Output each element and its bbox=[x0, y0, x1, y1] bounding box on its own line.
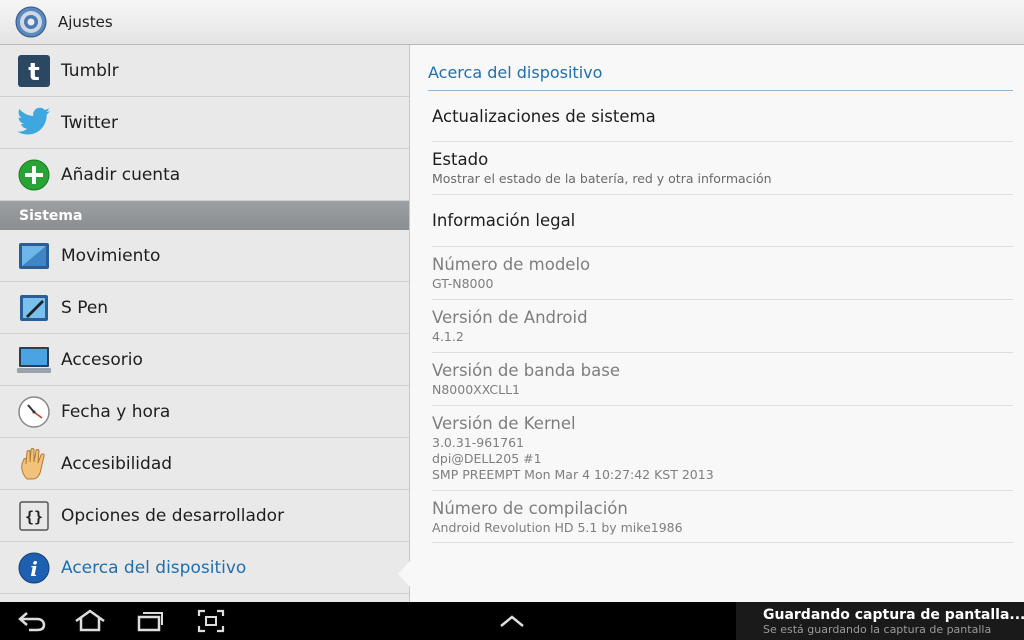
detail-item-value: N8000XXCLL1 bbox=[432, 382, 520, 397]
detail-item-value: SMP PREEMPT Mon Mar 4 10:27:42 KST 2013 bbox=[432, 467, 714, 482]
hand-icon bbox=[16, 446, 52, 482]
chevron-up-icon[interactable] bbox=[492, 608, 532, 634]
recent-apps-icon[interactable] bbox=[130, 608, 170, 634]
motion-icon bbox=[16, 238, 52, 274]
tumblr-icon: t bbox=[16, 53, 52, 89]
screenshot-icon[interactable] bbox=[191, 608, 231, 634]
detail-item-title: Versión de Kernel bbox=[432, 414, 576, 433]
detail-item-version-kernel: Versión de Kernel 3.0.31-961761 dpi@DELL… bbox=[432, 406, 1013, 491]
detail-item-subtitle: Mostrar el estado de la batería, red y o… bbox=[432, 171, 772, 186]
twitter-icon bbox=[16, 105, 52, 141]
settings-item-acerca-dispositivo[interactable]: i Acerca del dispositivo bbox=[0, 542, 409, 594]
detail-item-title: Número de modelo bbox=[432, 255, 591, 274]
svg-text:t: t bbox=[28, 58, 39, 86]
detail-item-version-android[interactable]: Versión de Android 4.1.2 bbox=[432, 300, 1013, 353]
selection-pointer bbox=[398, 561, 410, 587]
notification-title: Guardando captura de pantalla... bbox=[763, 606, 1024, 623]
detail-pane: Acerca del dispositivo Actualizaciones d… bbox=[410, 45, 1024, 602]
settings-list: t Tumblr Twitter Añadir cuenta Sistema M… bbox=[0, 45, 410, 602]
settings-item-movimiento[interactable]: Movimiento bbox=[0, 230, 409, 282]
settings-item-twitter[interactable]: Twitter bbox=[0, 97, 409, 149]
detail-item-value: GT-N8000 bbox=[432, 276, 494, 291]
svg-text:i: i bbox=[30, 557, 38, 581]
settings-gear-icon[interactable] bbox=[15, 6, 47, 38]
settings-item-label: S Pen bbox=[61, 297, 109, 318]
clock-icon bbox=[16, 394, 52, 430]
settings-item-opciones-desarrollador[interactable]: {} Opciones de desarrollador bbox=[0, 490, 409, 542]
page-title: Ajustes bbox=[58, 13, 113, 31]
section-header-sistema: Sistema bbox=[0, 201, 409, 230]
braces-icon: {} bbox=[16, 498, 52, 534]
settings-item-label: Opciones de desarrollador bbox=[61, 505, 285, 526]
settings-item-label: Accesorio bbox=[61, 349, 143, 370]
screenshot-notification[interactable]: Guardando captura de pantalla... Se está… bbox=[736, 602, 1024, 640]
detail-item-value: dpi@DELL205 #1 bbox=[432, 451, 542, 466]
settings-item-tumblr[interactable]: t Tumblr bbox=[0, 45, 409, 97]
settings-item-accesorio[interactable]: Accesorio bbox=[0, 334, 409, 386]
detail-item-title: Estado bbox=[432, 150, 489, 169]
detail-item-numero-modelo: Número de modelo GT-N8000 bbox=[432, 247, 1013, 300]
svg-text:{}: {} bbox=[25, 508, 43, 526]
detail-item-informacion-legal[interactable]: Información legal bbox=[432, 195, 1013, 247]
detail-item-value: Android Revolution HD 5.1 by mike1986 bbox=[432, 520, 683, 535]
home-icon[interactable] bbox=[70, 608, 110, 634]
settings-item-accesibilidad[interactable]: Accesibilidad bbox=[0, 438, 409, 490]
detail-item-title: Actualizaciones de sistema bbox=[432, 107, 656, 126]
settings-item-add-account[interactable]: Añadir cuenta bbox=[0, 149, 409, 201]
accessory-icon bbox=[16, 342, 52, 378]
detail-item-value: 3.0.31-961761 bbox=[432, 435, 524, 450]
detail-item-title: Versión de banda base bbox=[432, 361, 620, 380]
notification-subtitle: Se está guardando la captura de pantalla bbox=[763, 622, 992, 636]
settings-item-label: Acerca del dispositivo bbox=[61, 557, 247, 578]
detail-item-title: Número de compilación bbox=[432, 499, 628, 518]
add-account-icon bbox=[16, 157, 52, 193]
settings-item-label: Twitter bbox=[61, 112, 118, 133]
detail-item-version-banda-base: Versión de banda base N8000XXCLL1 bbox=[432, 353, 1013, 406]
settings-item-label: Movimiento bbox=[61, 245, 161, 266]
settings-item-label: Fecha y hora bbox=[61, 401, 171, 422]
info-icon: i bbox=[16, 550, 52, 586]
settings-item-s-pen[interactable]: S Pen bbox=[0, 282, 409, 334]
detail-item-numero-compilacion[interactable]: Número de compilación Android Revolution… bbox=[432, 491, 1013, 543]
detail-item-actualizaciones[interactable]: Actualizaciones de sistema bbox=[432, 97, 1013, 142]
settings-item-fecha-hora[interactable]: Fecha y hora bbox=[0, 386, 409, 438]
detail-item-title: Información legal bbox=[432, 211, 576, 230]
settings-item-label: Añadir cuenta bbox=[61, 164, 181, 185]
detail-item-title: Versión de Android bbox=[432, 308, 588, 327]
detail-item-value: 4.1.2 bbox=[432, 329, 464, 344]
detail-header: Acerca del dispositivo bbox=[428, 63, 1013, 91]
back-icon[interactable] bbox=[12, 608, 52, 634]
detail-item-estado[interactable]: Estado Mostrar el estado de la batería, … bbox=[432, 142, 1013, 195]
settings-item-label: Tumblr bbox=[61, 60, 119, 81]
settings-item-label: Accesibilidad bbox=[61, 453, 173, 474]
s-pen-icon bbox=[16, 290, 52, 326]
action-bar: Ajustes bbox=[0, 0, 1024, 45]
